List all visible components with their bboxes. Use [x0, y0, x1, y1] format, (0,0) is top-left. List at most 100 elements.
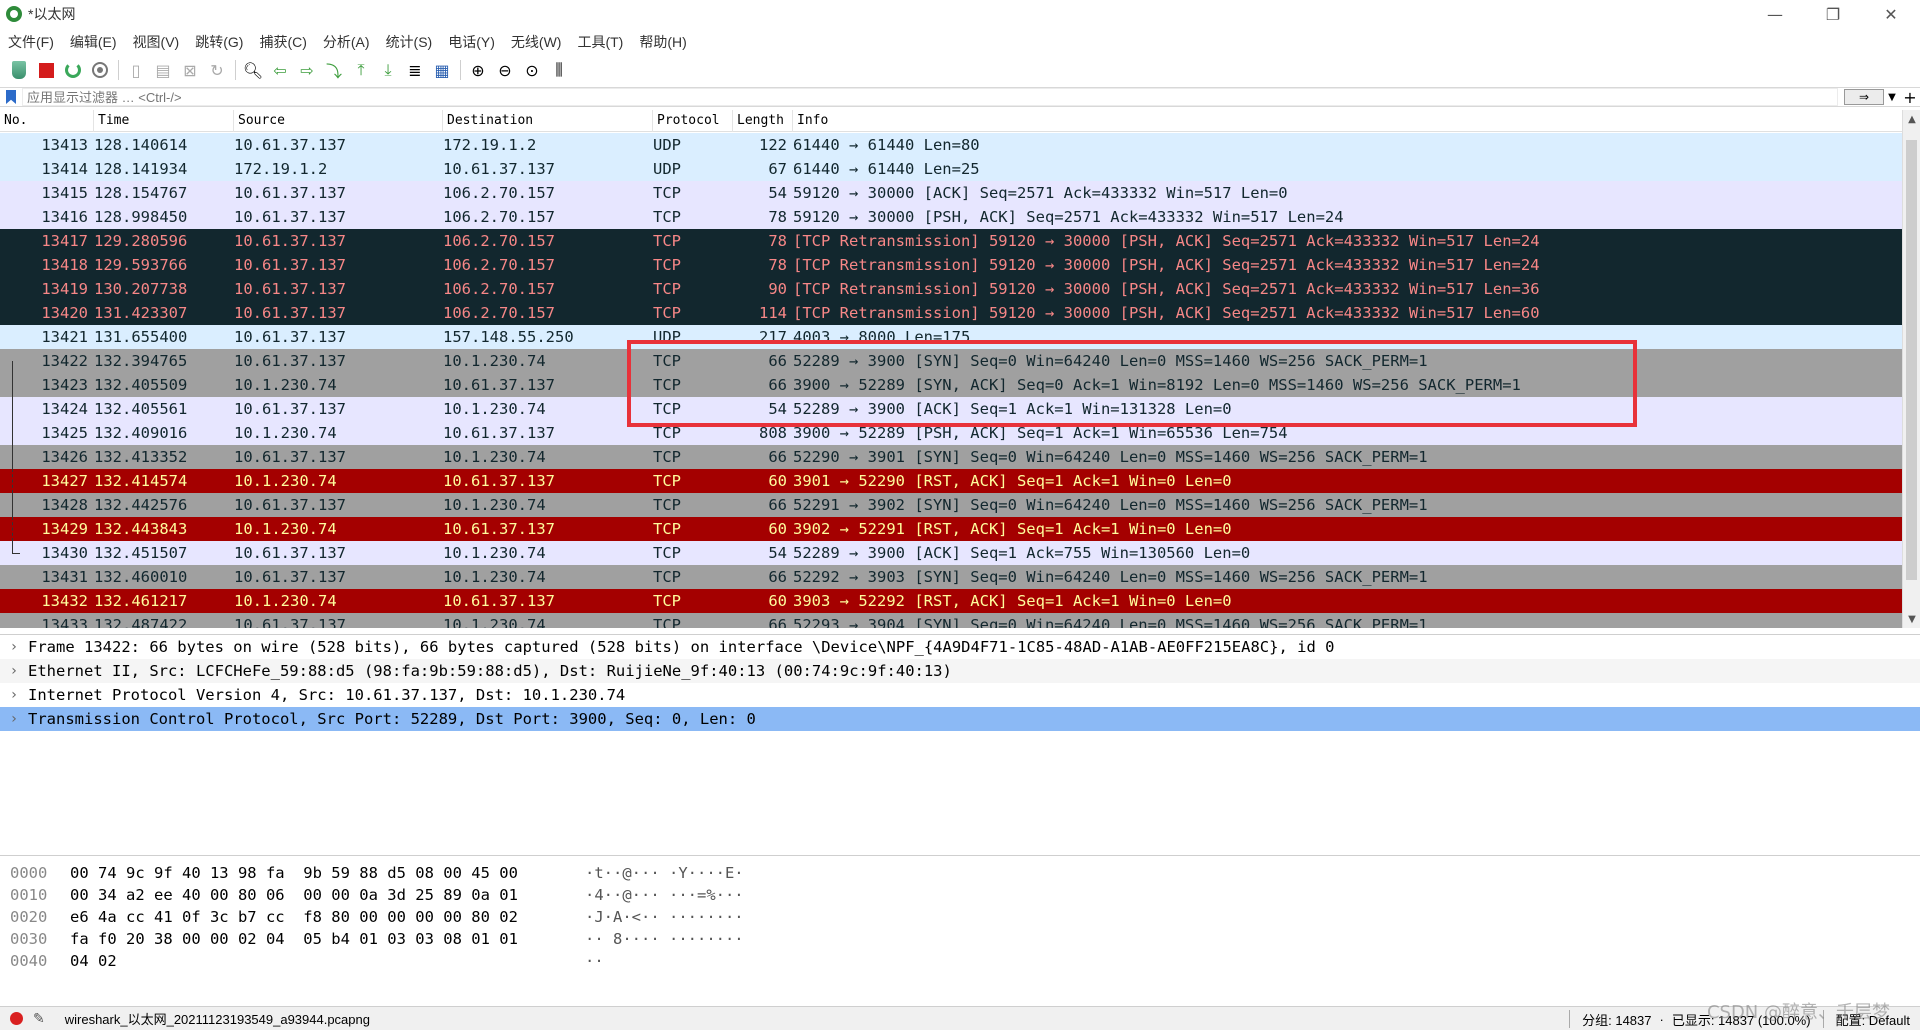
column-header-source[interactable]: Source: [234, 110, 443, 132]
menu-statistics[interactable]: 统计(S): [386, 32, 433, 52]
packet-row[interactable]: 13422 132.394765 10.61.37.137 10.1.230.74 TC…: [0, 349, 1902, 373]
packet-row[interactable]: 13431 132.460010 10.61.37.137 10.1.230.74 TC…: [0, 565, 1902, 589]
zoom-reset-button[interactable]: ⊙: [521, 59, 543, 81]
scroll-down-icon[interactable]: ▼: [1903, 610, 1920, 628]
bytes-hex[interactable]: fa f0 20 38 00 00 02 04 05 b4 01 03 03 0…: [70, 928, 585, 950]
detail-row-ipv4[interactable]: › Internet Protocol Version 4, Src: 10.6…: [0, 683, 1920, 707]
packet-row[interactable]: 13428 132.442576 10.61.37.137 10.1.230.74 TC…: [0, 493, 1902, 517]
chevron-right-icon[interactable]: ›: [0, 707, 28, 731]
capture-options-button[interactable]: [89, 59, 111, 81]
start-capture-button[interactable]: [8, 59, 30, 81]
bytes-ascii[interactable]: ·· 8···· ········: [585, 928, 785, 950]
bytes-row[interactable]: 0010 00 34 a2 ee 40 00 80 06 00 00 0a 3d…: [0, 884, 1920, 906]
menu-telephony[interactable]: 电话(Y): [448, 32, 495, 52]
menu-file[interactable]: 文件(F): [8, 32, 54, 52]
menu-edit[interactable]: 编辑(E): [70, 32, 117, 52]
display-filter-input[interactable]: [22, 88, 1838, 106]
go-to-packet-button[interactable]: ⤵: [323, 59, 345, 81]
packet-row[interactable]: 13427 132.414574 10.1.230.74 10.61.37.137 TC…: [0, 469, 1902, 493]
bytes-ascii[interactable]: ·J·A·<·· ········: [585, 906, 785, 928]
packet-row[interactable]: 13421 131.655400 10.61.37.137 157.148.55.25…: [0, 325, 1902, 349]
packet-details-pane: › Frame 13422: 66 bytes on wire (528 bit…: [0, 634, 1920, 856]
column-header-no[interactable]: No.: [0, 110, 94, 132]
packet-row[interactable]: 13415 128.154767 10.61.37.137 106.2.70.157 T…: [0, 181, 1902, 205]
bytes-row[interactable]: 0020 e6 4a cc 41 0f 3c b7 cc f8 80 00 00…: [0, 906, 1920, 928]
find-packet-button[interactable]: 🔍︎: [242, 59, 264, 81]
column-header-length[interactable]: Length: [733, 110, 793, 132]
packet-row[interactable]: 13420 131.423307 10.61.37.137 106.2.70.157 T…: [0, 301, 1902, 325]
packet-row[interactable]: 13423 132.405509 10.1.230.74 10.61.37.137 TC…: [0, 373, 1902, 397]
zoom-in-button[interactable]: ⊕: [467, 59, 489, 81]
menu-wireless[interactable]: 无线(W): [511, 32, 562, 52]
arrow-right-icon: ⇨: [300, 60, 314, 80]
bytes-row[interactable]: 0030 fa f0 20 38 00 00 02 04 05 b4 01 03…: [0, 928, 1920, 950]
expert-info-icon[interactable]: [10, 1012, 23, 1025]
packet-row[interactable]: 13432 132.461217 10.1.230.74 10.61.37.137 TC…: [0, 589, 1902, 613]
autoscroll-button[interactable]: ≣: [404, 59, 426, 81]
column-header-time[interactable]: Time: [94, 110, 234, 132]
go-first-button[interactable]: ⤒: [350, 59, 372, 81]
packet-row[interactable]: 13433 132.487422 10.61.37.137 10.1.230.74 TC…: [0, 613, 1902, 628]
resize-columns-button[interactable]: ⫼: [548, 59, 570, 81]
menu-capture[interactable]: 捕获(C): [259, 32, 306, 52]
capture-comment-icon[interactable]: ✎: [33, 1011, 45, 1027]
menu-view[interactable]: 视图(V): [133, 32, 180, 52]
save-file-button[interactable]: ▤: [152, 59, 174, 81]
column-header-info[interactable]: Info: [793, 110, 1902, 132]
packet-row[interactable]: 13426 132.413352 10.61.37.137 10.1.230.74 TC…: [0, 445, 1902, 469]
menu-tools[interactable]: 工具(T): [577, 32, 623, 52]
bytes-ascii[interactable]: ·4··@··· ···=%···: [585, 884, 785, 906]
column-header-protocol[interactable]: Protocol: [653, 110, 733, 132]
scrollbar-thumb[interactable]: [1906, 140, 1917, 580]
packet-row[interactable]: 13418 129.593766 10.61.37.137 106.2.70.157 T…: [0, 253, 1902, 277]
menu-help[interactable]: 帮助(H): [639, 32, 686, 52]
packet-no: 13415: [41, 184, 88, 202]
colorize-button[interactable]: ▦: [431, 59, 453, 81]
bytes-row[interactable]: 0000 00 74 9c 9f 40 13 98 fa 9b 59 88 d5…: [0, 862, 1920, 884]
chevron-right-icon[interactable]: ›: [0, 683, 28, 707]
add-filter-button[interactable]: +: [1900, 88, 1920, 107]
go-last-button[interactable]: ⤓: [377, 59, 399, 81]
go-back-button[interactable]: ⇦: [269, 59, 291, 81]
zoom-out-button[interactable]: ⊖: [494, 59, 516, 81]
packet-row[interactable]: 13414 128.141934 172.19.1.2 10.61.37.137 UDP…: [0, 157, 1902, 181]
close-icon[interactable]: ✕: [1862, 0, 1920, 28]
detail-row-tcp[interactable]: › Transmission Control Protocol, Src Por…: [0, 707, 1920, 731]
bookmark-icon[interactable]: [6, 90, 16, 104]
restart-capture-button[interactable]: [62, 59, 84, 81]
close-file-button[interactable]: ⊠: [179, 59, 201, 81]
bytes-ascii[interactable]: ·t··@··· ·Y····E·: [585, 862, 785, 884]
packet-row[interactable]: 13425 132.409016 10.1.230.74 10.61.37.137 TC…: [0, 421, 1902, 445]
detail-row-ethernet[interactable]: › Ethernet II, Src: LCFCHeFe_59:88:d5 (9…: [0, 659, 1920, 683]
packet-row[interactable]: 13416 128.998450 10.61.37.137 106.2.70.157 T…: [0, 205, 1902, 229]
menu-go[interactable]: 跳转(G): [195, 32, 243, 52]
packet-row[interactable]: 13419 130.207738 10.61.37.137 106.2.70.157 T…: [0, 277, 1902, 301]
detail-row-frame[interactable]: › Frame 13422: 66 bytes on wire (528 bit…: [0, 635, 1920, 659]
packet-row[interactable]: 13424 132.405561 10.61.37.137 10.1.230.74 TC…: [0, 397, 1902, 421]
go-forward-button[interactable]: ⇨: [296, 59, 318, 81]
chevron-right-icon[interactable]: ›: [0, 659, 28, 683]
title-bar: *以太网 — ❐ ✕: [0, 0, 1920, 28]
bytes-hex[interactable]: 00 34 a2 ee 40 00 80 06 00 00 0a 3d 25 8…: [70, 884, 585, 906]
packet-row[interactable]: 13417 129.280596 10.61.37.137 106.2.70.157 T…: [0, 229, 1902, 253]
bytes-row[interactable]: 0040 04 02 ··: [0, 950, 1920, 972]
packet-list-scrollbar[interactable]: ▲ ▼: [1902, 110, 1920, 628]
menu-analyze[interactable]: 分析(A): [323, 32, 370, 52]
packet-row[interactable]: 13430 132.451507 10.61.37.137 10.1.230.74 TC…: [0, 541, 1902, 565]
packet-row[interactable]: 13429 132.443843 10.1.230.74 10.61.37.137 TC…: [0, 517, 1902, 541]
reload-file-button[interactable]: ↻: [206, 59, 228, 81]
filter-history-dropdown-icon[interactable]: ▼: [1884, 92, 1900, 103]
minimize-icon[interactable]: —: [1746, 0, 1804, 28]
bytes-hex[interactable]: e6 4a cc 41 0f 3c b7 cc f8 80 00 00 00 0…: [70, 906, 585, 928]
column-header-destination[interactable]: Destination: [443, 110, 653, 132]
packet-row[interactable]: 13413 128.140614 10.61.37.137 172.19.1.2 UDP…: [0, 133, 1902, 157]
open-file-button[interactable]: ▯: [125, 59, 147, 81]
bytes-hex[interactable]: 00 74 9c 9f 40 13 98 fa 9b 59 88 d5 08 0…: [70, 862, 585, 884]
apply-filter-button[interactable]: ⇒: [1844, 89, 1884, 105]
chevron-right-icon[interactable]: ›: [0, 635, 28, 659]
scroll-up-icon[interactable]: ▲: [1903, 110, 1920, 128]
restore-icon[interactable]: ❐: [1804, 0, 1862, 28]
bytes-ascii[interactable]: ··: [585, 950, 785, 972]
stop-capture-button[interactable]: [35, 59, 57, 81]
bytes-hex[interactable]: 04 02: [70, 950, 585, 972]
